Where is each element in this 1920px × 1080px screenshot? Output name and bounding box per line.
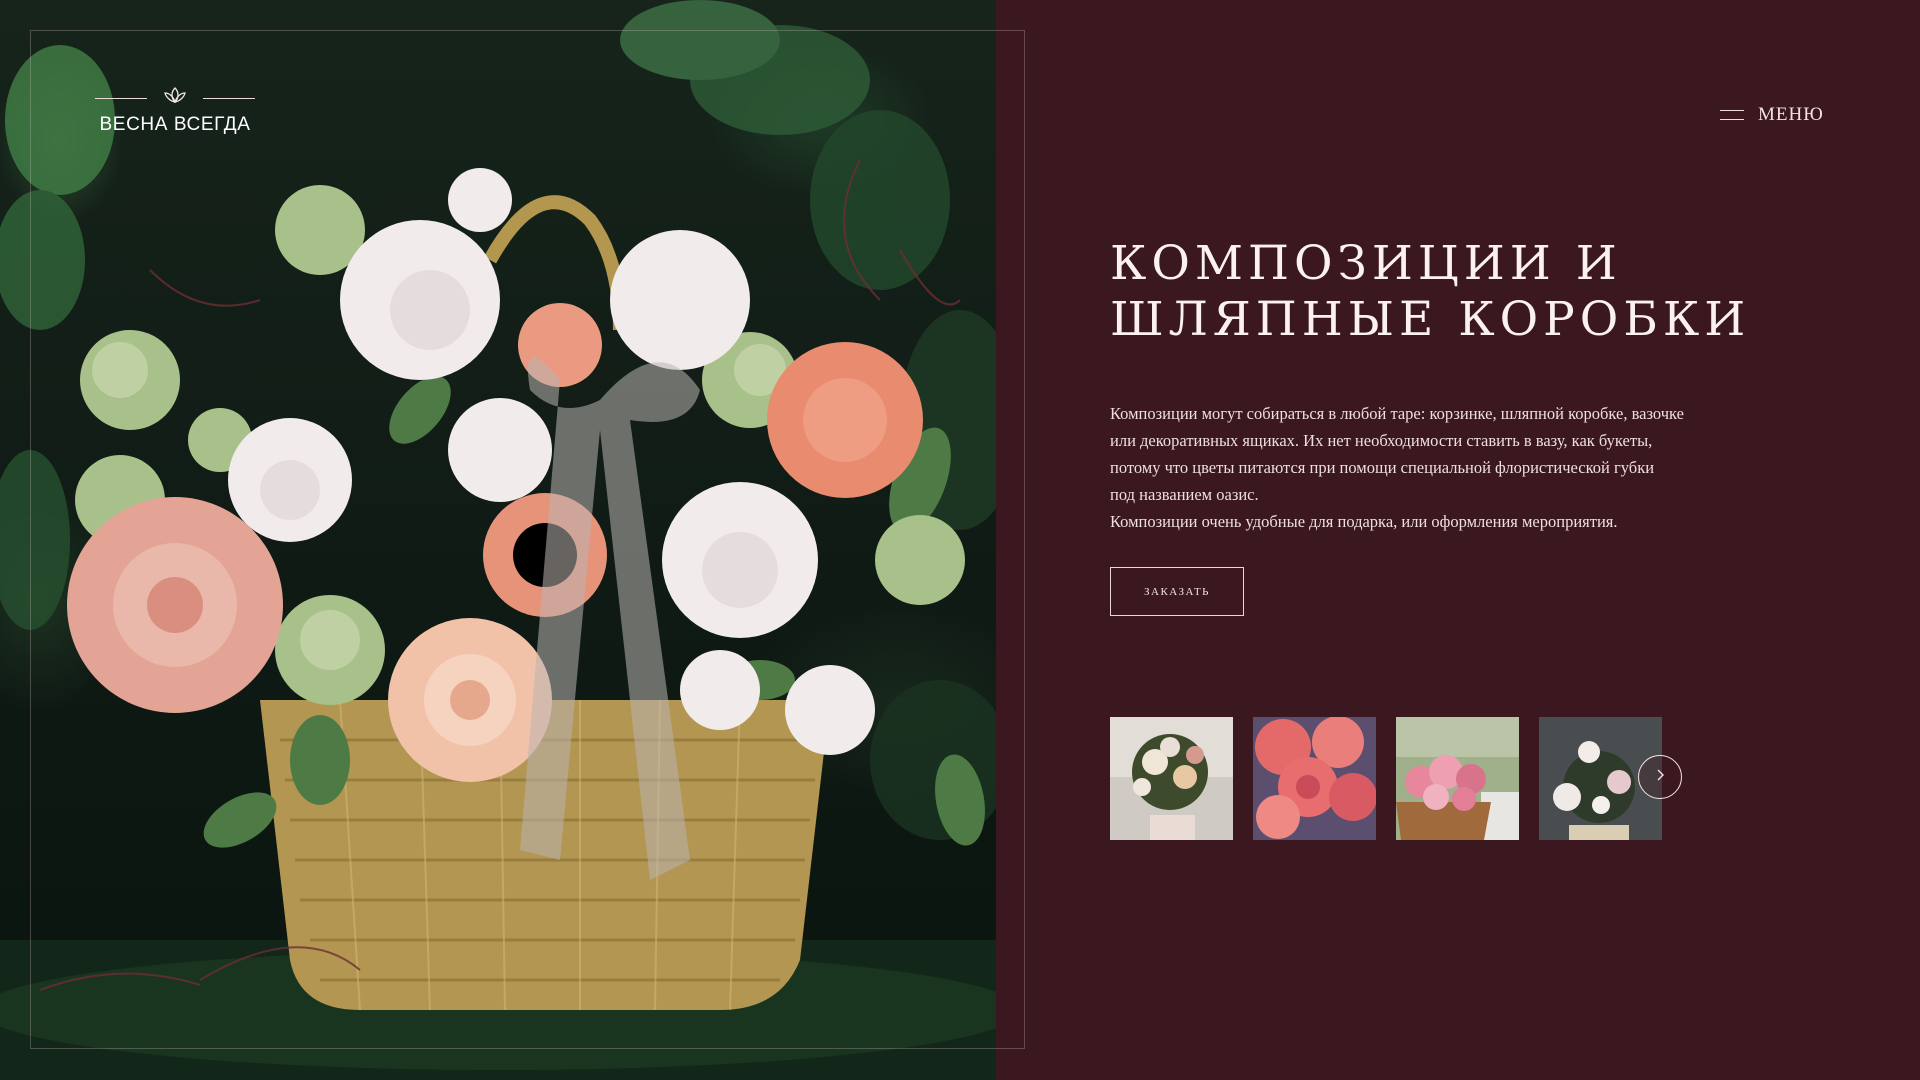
menu-button[interactable]: МЕНЮ [1720,104,1824,126]
title-line-1: КОМПОЗИЦИИ И [1110,236,1622,291]
gallery-thumbnail-3[interactable] [1396,717,1519,840]
description-line: Композиции могут собираться в любой таре… [1110,404,1684,423]
hero-photo [0,0,996,1080]
gallery-thumbnail-2[interactable] [1253,717,1376,840]
description-line: под названием оазис. [1110,485,1259,504]
description-line: Композиции очень удобные для подарка, ил… [1110,512,1618,531]
brand-logo[interactable]: ВЕСНА ВСЕГДА [95,86,255,136]
description: Композиции могут собираться в любой таре… [1110,400,1750,535]
flower-basket-image [0,0,996,1080]
logo-line-right [203,97,255,99]
lotus-icon [162,86,188,111]
page-title: КОМПОЗИЦИИ И ШЛЯПНЫЕ КОРОБКИ [1110,236,1750,348]
menu-label: МЕНЮ [1758,104,1824,125]
chevron-right-icon [1655,768,1665,787]
hamburger-icon [1720,110,1744,120]
brand-name: ВЕСНА ВСЕГДА [99,114,251,135]
description-line: потому что цветы питаются при помощи спе… [1110,458,1655,477]
description-line: или декоративных ящиках. Их нет необходи… [1110,431,1653,450]
title-line-2: ШЛЯПНЫЕ КОРОБКИ [1110,292,1751,347]
gallery-next-button[interactable] [1638,755,1682,799]
order-button[interactable]: ЗАКАЗАТЬ [1110,567,1244,616]
gallery-thumbnail-1[interactable] [1110,717,1233,840]
logo-line-left [95,97,147,99]
